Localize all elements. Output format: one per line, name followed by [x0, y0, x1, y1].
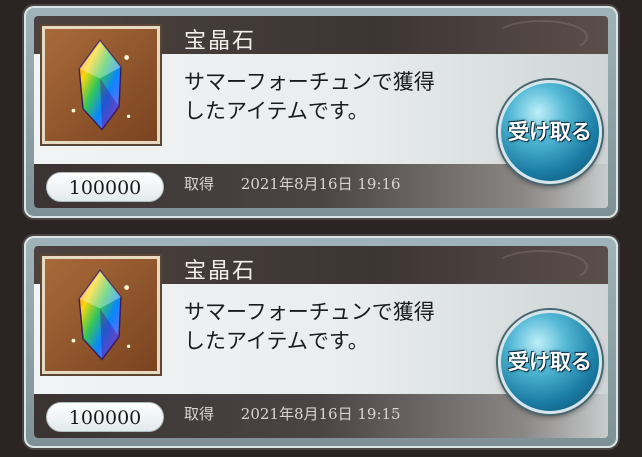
- acquired-time: 2021年8月16日 19:15: [240, 405, 401, 423]
- description-line: したアイテムです。: [184, 99, 369, 123]
- description-line: したアイテムです。: [184, 329, 369, 353]
- description-line: サマーフォーチュンで獲得: [184, 300, 435, 324]
- item-description: サマーフォーチュンで獲得 したアイテムです。: [184, 298, 494, 356]
- gift-card: 宝晶石 サマーフォーチュンで獲得 したアイテムです。 100000 取得 202…: [24, 236, 618, 448]
- rainbow-crystal-icon: [42, 256, 160, 374]
- gift-card-body: 宝晶石 サマーフォーチュンで獲得 したアイテムです。 100000 取得 202…: [34, 16, 608, 208]
- acquired-label: 取得: [184, 405, 215, 423]
- gift-card: 宝晶石 サマーフォーチュンで獲得 したアイテムです。 100000 取得 202…: [24, 6, 618, 218]
- acquired-label: 取得: [184, 175, 215, 193]
- gift-card-body: 宝晶石 サマーフォーチュンで獲得 したアイテムです。 100000 取得 202…: [34, 246, 608, 438]
- item-count-badge: 100000: [46, 402, 164, 432]
- acquired-info: 取得 2021年8月16日 19:16: [184, 173, 401, 194]
- item-name: 宝晶石: [184, 29, 257, 54]
- receive-button[interactable]: 受け取る: [498, 310, 602, 414]
- acquired-time: 2021年8月16日 19:16: [240, 175, 401, 193]
- rainbow-crystal-icon: [42, 26, 160, 144]
- item-count-badge: 100000: [46, 172, 164, 202]
- gift-list: 宝晶石 サマーフォーチュンで獲得 したアイテムです。 100000 取得 202…: [0, 0, 642, 457]
- description-line: サマーフォーチュンで獲得: [184, 70, 435, 94]
- receive-button[interactable]: 受け取る: [498, 80, 602, 184]
- acquired-info: 取得 2021年8月16日 19:15: [184, 403, 401, 424]
- item-name: 宝晶石: [184, 259, 257, 284]
- item-description: サマーフォーチュンで獲得 したアイテムです。: [184, 68, 494, 126]
